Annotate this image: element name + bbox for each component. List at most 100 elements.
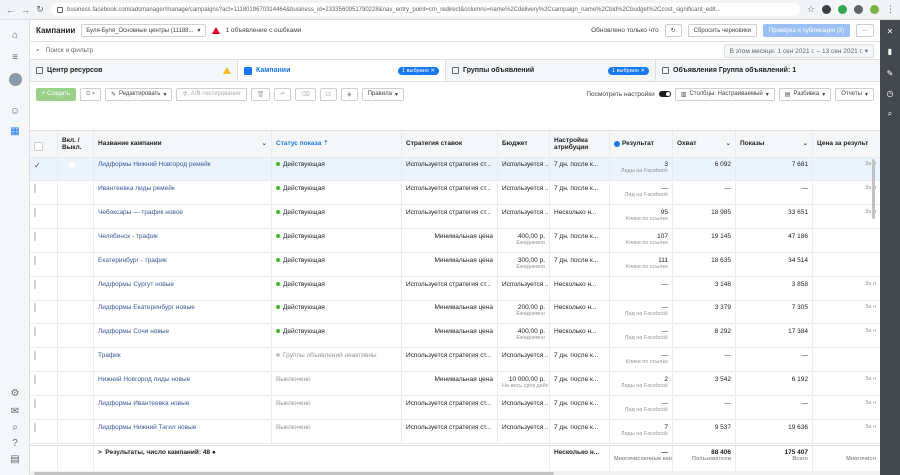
help-icon[interactable]: ? [8, 436, 22, 450]
tab-resource-center[interactable]: Центр ресурсов [30, 60, 238, 81]
header-impressions[interactable]: Показы ⌄ [736, 131, 813, 157]
more-button[interactable]: ··· [856, 24, 874, 37]
account-selector[interactable]: Буля-Буля_Основные центры (11188... ▾ [81, 24, 206, 37]
search-icon[interactable]: ⌕ [884, 108, 896, 120]
table-row[interactable]: Лидформы Сургут новые Действующая Использу… [30, 277, 880, 301]
report-icon[interactable]: ▤ [8, 452, 22, 466]
header-result[interactable]: Результат [610, 131, 673, 157]
refresh-button[interactable]: ↻ [664, 24, 682, 37]
campaign-name[interactable]: Лидформы Сочи новые [94, 325, 272, 348]
table-row[interactable]: Ивантеевка лиды ремейк Действующая Использ… [30, 181, 880, 205]
header-attribution[interactable]: Настройка атрибуции [550, 131, 610, 157]
header-reach[interactable]: Охват ⌄ [673, 131, 736, 157]
breakdown-button[interactable]: ▤ Разбивка ▾ [778, 87, 832, 101]
campaign-name-link[interactable]: Нижний Новгород лиды новые [98, 376, 190, 383]
search-input[interactable]: Поиск и фильтр [46, 47, 94, 54]
row-checkbox[interactable] [34, 422, 36, 432]
tab-campaigns[interactable]: Кампании 1 выбрано ✕ [238, 60, 446, 81]
campaign-name-link[interactable]: Ивантеевка лиды ремейк [98, 185, 175, 192]
smiley-icon[interactable]: ☺ [8, 104, 22, 118]
row-checkbox[interactable] [34, 207, 36, 217]
trash-icon-button[interactable]: ⌫ [295, 87, 316, 101]
row-checkbox[interactable] [34, 183, 36, 193]
discard-drafts-button[interactable]: Сбросить черновики [687, 24, 757, 37]
row-checkbox[interactable] [34, 351, 36, 361]
search-icon[interactable]: ⌕ [8, 420, 22, 434]
home-icon[interactable]: ⌂ [8, 28, 22, 42]
notifications-icon[interactable]: ✉ [8, 404, 22, 418]
header-name[interactable]: Название кампании ⌄ [94, 131, 272, 157]
campaign-name-link[interactable]: Лидформы Сочи новые [98, 328, 169, 335]
campaign-name-link[interactable]: Трафик [98, 352, 121, 359]
hamburger-icon[interactable]: ≡ [8, 50, 22, 64]
address-bar[interactable]: business.facebook.com/adsmanager/manage/… [51, 3, 800, 16]
row-checkbox[interactable] [34, 255, 36, 265]
duplicate-button[interactable]: ⧉ ▾ [79, 87, 101, 101]
extension-icon[interactable] [838, 5, 847, 14]
vertical-scrollbar[interactable] [872, 159, 875, 219]
row-checkbox[interactable] [34, 375, 36, 385]
clock-icon[interactable]: ◷ [884, 88, 896, 100]
row-checkbox[interactable] [34, 327, 36, 337]
back-icon[interactable]: ← [6, 5, 15, 15]
row-checkbox[interactable] [34, 303, 36, 313]
delete-button[interactable]: 🗑 [250, 87, 271, 101]
header-strategy[interactable]: Стратегия ставок [402, 131, 498, 157]
table-row[interactable]: Челябинск - трафик Действующая Минимальная… [30, 229, 880, 253]
columns-button[interactable]: ▥ Столбцы: Настраиваемый ▾ [674, 87, 775, 101]
chart-icon[interactable]: ▮ [884, 46, 896, 58]
campaign-name[interactable]: Лидформы Сургут новые [94, 277, 272, 300]
edit-button[interactable]: ✎ Редактировать ▾ [104, 87, 173, 101]
table-row[interactable]: Трафик Группы объявлений неактивны Использ… [30, 349, 880, 373]
preview-button[interactable]: ⊡ [319, 87, 337, 101]
table-row[interactable]: Лидформы Нижний Тагил новые Выключено Испо… [30, 420, 880, 444]
table-row[interactable]: Лидформы Екатеринбург новые Действующая Ми… [30, 301, 880, 325]
campaign-name-link[interactable]: Лидформы Нижний Новгород ремейк [98, 161, 211, 168]
extension-icon[interactable] [854, 5, 863, 14]
reports-button[interactable]: Отчеты ▾ [835, 87, 874, 101]
select-all-checkbox[interactable] [34, 141, 43, 151]
profile-avatar[interactable] [870, 5, 879, 14]
header-cost[interactable]: Цена за результ [813, 131, 880, 157]
date-range-picker[interactable]: В этом месяце: 1 сен 2021 г. – 13 сен 20… [723, 43, 874, 58]
pencil-icon[interactable]: ✎ [884, 68, 896, 80]
row-checkbox[interactable] [34, 399, 36, 408]
campaign-name[interactable]: Лидформы Ивантеевка новые [94, 397, 272, 419]
header-status[interactable]: Статус показа ⇡ [272, 131, 402, 157]
campaign-name-link[interactable]: Лидформы Екатеринбург новые [98, 304, 195, 311]
campaign-name[interactable]: Челябинск - трафик [94, 229, 272, 252]
header-budget[interactable]: Бюджет [498, 131, 550, 157]
row-checkbox[interactable]: ✓ [34, 161, 41, 170]
row-checkbox[interactable] [34, 279, 36, 289]
table-row[interactable]: Лидформы Сочи новые Действующая Минимальна… [30, 325, 880, 349]
horizontal-scrollbar[interactable] [30, 471, 880, 475]
close-icon[interactable]: ✕ [884, 26, 896, 38]
campaign-name[interactable]: Лидформы Екатеринбург новые [94, 301, 272, 324]
rules-button[interactable]: Правила ▾ [361, 87, 404, 101]
table-row[interactable]: Чебоксары — трафик новое Действующая Испол… [30, 205, 880, 229]
table-row[interactable]: Лидформы Ивантеевка новые Выключено Исполь… [30, 397, 880, 420]
tag-button[interactable]: ◆ [340, 87, 358, 101]
campaign-name[interactable]: Трафик [94, 349, 272, 372]
error-text[interactable]: 1 объявление с ошбками [226, 27, 302, 34]
selected-badge[interactable]: 1 выбрано ✕ [608, 66, 649, 75]
tab-ads[interactable]: Объявления Группа объявлений: 1 [656, 60, 880, 81]
campaign-name-link[interactable]: Екатеринбург - трафик [98, 257, 167, 264]
extension-icon[interactable] [822, 5, 831, 14]
campaign-name[interactable]: Чебоксары — трафик новое [94, 205, 272, 228]
menu-icon[interactable]: ⋮ [886, 4, 895, 15]
ab-test-button[interactable]: ⚗ A/B-тестирование [176, 87, 247, 101]
create-button[interactable]: + Создать [36, 87, 76, 101]
star-icon[interactable]: ☆ [807, 4, 815, 15]
row-checkbox[interactable] [34, 231, 36, 241]
campaign-name[interactable]: Нижний Новгород лиды новые [94, 373, 272, 396]
account-avatar[interactable] [8, 72, 22, 86]
campaign-name-link[interactable]: Лидформы Нижний Тагил новые [98, 424, 196, 431]
undo-button[interactable]: ↶ [274, 87, 292, 101]
tab-ad-sets[interactable]: Группы объявлений 1 выбрано ✕ [446, 60, 656, 81]
forward-icon[interactable]: → [21, 5, 30, 15]
grid-icon[interactable]: ▦ [8, 124, 22, 138]
table-row[interactable]: Нижний Новгород лиды новые Выключено Миним… [30, 373, 880, 397]
campaign-name[interactable]: Екатеринбург - трафик [94, 253, 272, 276]
selected-badge[interactable]: 1 выбрано ✕ [398, 66, 439, 75]
